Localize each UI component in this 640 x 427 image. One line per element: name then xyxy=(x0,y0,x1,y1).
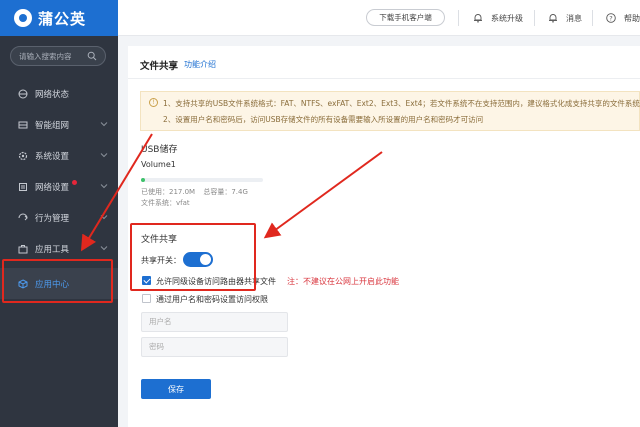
chevron-down-icon xyxy=(100,122,108,127)
sidebar-item-network-status[interactable]: 网络状态 xyxy=(0,78,118,109)
sidebar-item-label: 行为管理 xyxy=(35,213,70,224)
page-title: 文件共享 xyxy=(140,61,179,72)
logo[interactable]: 蒲公英 xyxy=(0,0,118,36)
notification-dot xyxy=(72,180,77,185)
chevron-down-icon xyxy=(100,184,108,189)
svg-text:?: ? xyxy=(609,14,612,22)
password-field[interactable]: 密码 xyxy=(141,337,288,357)
topbar: 下载手机客户端 系统升级 消息 ? 帮助 xyxy=(118,0,640,36)
system-upgrade-label: 系统升级 xyxy=(491,13,523,23)
bell-icon xyxy=(549,14,557,23)
usage-bar-fill xyxy=(141,178,145,182)
filesystem-label: 文件系统： xyxy=(141,199,176,207)
sidebar-item-behavior-management[interactable]: 行为管理 xyxy=(0,202,118,233)
notice-line-1: 1、支持共享的USB文件系统格式：FAT、NTFS、exFAT、Ext2、Ext… xyxy=(163,99,640,108)
auth-label: 通过用户名和密码设置访问权限 xyxy=(156,295,268,304)
chevron-down-icon xyxy=(100,246,108,251)
panel-header: 文件共享 功能介绍 xyxy=(128,46,640,79)
sidebar-item-label: 智能组网 xyxy=(35,120,70,131)
gear-icon xyxy=(18,151,28,160)
chevron-down-icon xyxy=(100,153,108,158)
warning-text: 注：不建议在公网上开启此功能 xyxy=(287,277,399,286)
total-value: 7.4G xyxy=(231,188,248,196)
notice-box: ! 1、支持共享的USB文件系统格式：FAT、NTFS、exFAT、Ext2、E… xyxy=(140,91,640,131)
sidebar-item-network-settings[interactable]: 网络设置 xyxy=(0,171,118,202)
help-button[interactable]: ? 帮助 xyxy=(606,11,640,25)
app-name: 蒲公英 xyxy=(38,9,87,28)
help-icon: ? xyxy=(606,13,616,23)
messages-label: 消息 xyxy=(566,13,582,23)
download-app-button[interactable]: 下载手机客户端 xyxy=(366,9,445,26)
info-icon: ! xyxy=(149,98,158,107)
usage-bar xyxy=(141,178,263,182)
sidebar-item-label: 系统设置 xyxy=(35,151,70,162)
help-label: 帮助 xyxy=(624,13,640,23)
sidebar-item-label: 应用工具 xyxy=(35,244,70,255)
messages-button[interactable]: 消息 xyxy=(548,11,582,25)
divider xyxy=(592,10,593,26)
bell-icon xyxy=(474,14,482,23)
divider xyxy=(534,10,535,26)
search-icon[interactable] xyxy=(87,51,97,61)
used-label: 已使用： xyxy=(141,188,169,196)
annotation-highlight-box xyxy=(2,259,113,303)
total-label: 总容量： xyxy=(203,188,232,196)
used-value: 217.0M xyxy=(169,188,196,196)
system-upgrade-button[interactable]: 系统升级 xyxy=(473,11,523,25)
logo-icon xyxy=(14,9,32,27)
usb-storage-title: USB储存 xyxy=(141,145,178,155)
chevron-down-icon xyxy=(100,215,108,220)
behavior-icon xyxy=(18,213,28,220)
volume-name: Volume1 xyxy=(141,160,176,169)
filesystem-value: vfat xyxy=(176,199,190,207)
toolbox-icon xyxy=(18,244,28,253)
sidebar-item-system-settings[interactable]: 系统设置 xyxy=(0,140,118,171)
auth-checkbox[interactable] xyxy=(142,294,151,303)
usage-meta: 已使用：217.0M 总容量：7.4G xyxy=(141,187,248,197)
sidebar-item-label: 网络设置 xyxy=(35,182,70,193)
sidebar: 蒲公英 请输入搜索内容 网络状态 智能组网 系统设置 网络设置 行为管理 应用工… xyxy=(0,0,118,427)
smart-network-icon xyxy=(18,121,28,128)
help-link[interactable]: 功能介绍 xyxy=(184,59,216,70)
filesystem-meta: 文件系统：vfat xyxy=(141,198,190,208)
sidebar-item-smart-network[interactable]: 智能组网 xyxy=(0,109,118,140)
divider xyxy=(458,10,459,26)
network-settings-icon xyxy=(19,182,27,191)
search-input[interactable]: 请输入搜索内容 xyxy=(19,51,87,62)
username-field[interactable]: 用户名 xyxy=(141,312,288,332)
network-status-icon xyxy=(18,89,28,98)
sidebar-search[interactable]: 请输入搜索内容 xyxy=(10,46,106,66)
annotation-highlight-box xyxy=(130,223,256,291)
sidebar-item-label: 网络状态 xyxy=(35,89,70,100)
notice-line-2: 2、设置用户名和密码后，访问USB存储文件的所有设备需要输入所设置的用户名和密码… xyxy=(163,115,484,124)
save-button[interactable]: 保存 xyxy=(141,379,211,399)
